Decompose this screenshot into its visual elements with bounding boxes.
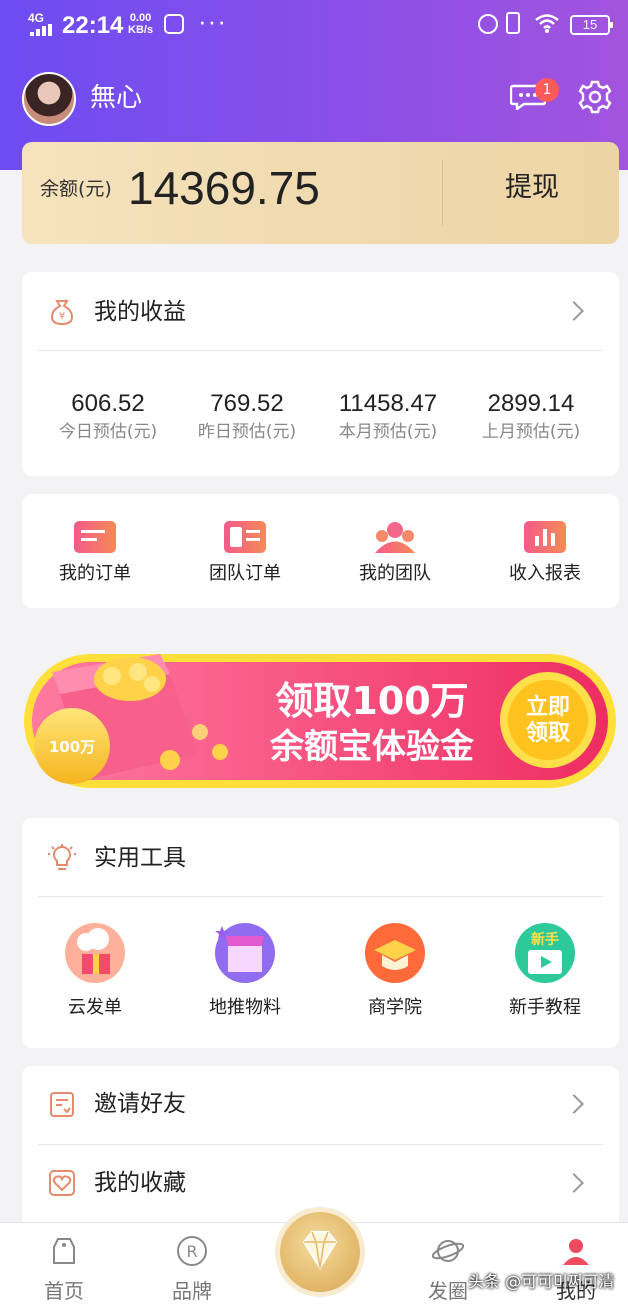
watermark: 头条 @可可미쩌可清	[468, 1272, 615, 1291]
earning-value: 11458.47	[338, 390, 438, 417]
coin-text: 100万	[49, 738, 95, 756]
tools-title: 实用工具	[94, 845, 186, 871]
team-icon	[375, 522, 415, 553]
cloud-order-item[interactable]: 云发单	[30, 922, 160, 1020]
earning-value: 769.52	[210, 390, 284, 417]
brand-icon: R	[177, 1236, 207, 1266]
my-orders-item[interactable]: 我的订单	[30, 520, 160, 586]
team-order-icon	[224, 521, 266, 553]
team-orders-item[interactable]: 团队订单	[180, 520, 310, 586]
order-icon	[74, 521, 116, 553]
balance-divider	[442, 160, 443, 226]
promo-banner[interactable]: 100万 领取100万 余额宝体验金 立即 领取	[20, 634, 620, 800]
tools-card: 实用工具 云发单 地推物料 商学院 新手 新手教程	[22, 818, 619, 1048]
balance-label: 余额(元)	[40, 178, 112, 200]
grid-label: 商学院	[368, 997, 422, 1018]
speed-unit: KB/s	[128, 24, 154, 36]
chevron-right-icon[interactable]	[564, 301, 584, 321]
svg-text:¥: ¥	[59, 311, 65, 322]
earning-label: 昨日预估(元)	[197, 422, 297, 442]
earning-this-month: 11458.47 本月预估(元)	[318, 390, 458, 444]
gear-icon[interactable]	[578, 80, 612, 114]
banner-subtitle: 余额宝体验金	[269, 727, 475, 767]
more-notifications-icon: ···	[198, 6, 227, 36]
signal-icon	[30, 24, 52, 36]
store-icon	[215, 923, 275, 983]
report-icon	[524, 521, 566, 553]
tutorial-item[interactable]: 新手 新手教程	[480, 922, 610, 1020]
invite-icon	[50, 1092, 74, 1117]
grid-label: 地推物料	[209, 997, 281, 1018]
network-speed: 0.00 KB/s	[128, 12, 153, 36]
earning-yesterday: 769.52 昨日预估(元)	[177, 390, 317, 444]
my-team-item[interactable]: 我的团队	[330, 520, 460, 586]
earning-last-month: 2899.14 上月预估(元)	[461, 390, 601, 444]
cloud-gift-icon	[65, 923, 125, 983]
divider	[38, 896, 603, 897]
earning-label: 今日预估(元)	[58, 422, 158, 442]
tab-moments[interactable]: 发圈	[388, 1223, 508, 1308]
grid-label: 我的团队	[359, 563, 431, 584]
grid-label: 我的订单	[59, 563, 131, 584]
graduation-cap-icon	[365, 923, 425, 983]
lightbulb-icon	[48, 844, 76, 870]
speed-value: 0.00	[129, 12, 152, 24]
divider	[38, 350, 603, 351]
chevron-right-icon	[564, 1173, 584, 1193]
earning-today: 606.52 今日预估(元)	[38, 390, 178, 444]
tab-label: 首页	[44, 1279, 84, 1303]
earning-value: 606.52	[71, 390, 145, 417]
tab-home[interactable]: 首页	[4, 1223, 124, 1308]
wifi-icon	[535, 14, 559, 33]
alarm-icon	[478, 14, 498, 34]
status-bar: 4G 22:14 0.00 KB/s ··· 15	[0, 0, 628, 52]
promo-material-item[interactable]: 地推物料	[180, 922, 310, 1020]
withdraw-button[interactable]: 提现	[492, 168, 572, 208]
tab-mine[interactable]: 我的	[516, 1223, 628, 1308]
home-icon	[53, 1238, 75, 1264]
invite-friends-row[interactable]: 邀请好友	[22, 1066, 619, 1144]
grid-label: 收入报表	[509, 563, 581, 584]
money-bag-icon: ¥	[50, 300, 74, 326]
claim-label-1: 立即	[526, 694, 570, 720]
business-school-item[interactable]: 商学院	[330, 922, 460, 1020]
svg-text:R: R	[186, 1242, 197, 1261]
tab-label: 品牌	[172, 1279, 212, 1303]
network-type: 4G	[28, 11, 45, 25]
avatar[interactable]	[22, 72, 76, 126]
banner-title: 领取100万	[275, 679, 468, 723]
message-badge: 1	[535, 78, 559, 102]
tutorial-icon-text: 新手	[531, 931, 559, 948]
profile-icon	[563, 1239, 589, 1265]
chevron-right-icon	[564, 1094, 584, 1114]
earning-value: 2899.14	[487, 390, 575, 417]
balance-card: 余额(元) 14369.75 提现	[22, 142, 619, 244]
tab-brand[interactable]: R 品牌	[132, 1223, 252, 1308]
orders-card: 我的订单 团队订单 我的团队 收入报表	[22, 494, 619, 608]
earnings-card: ¥ 我的收益 606.52 今日预估(元) 769.52 昨日预估(元) 114…	[22, 272, 619, 476]
clock: 22:14	[62, 12, 124, 39]
diamond-icon	[302, 1231, 338, 1270]
tutorial-icon: 新手	[515, 923, 575, 983]
planet-icon	[432, 1240, 464, 1262]
center-diamond-button[interactable]	[280, 1212, 360, 1292]
grid-label: 云发单	[68, 997, 122, 1018]
grid-label: 新手教程	[509, 997, 581, 1018]
username[interactable]: 無心	[90, 82, 142, 114]
earning-label: 上月预估(元)	[481, 422, 581, 442]
vibrate-icon	[506, 12, 520, 34]
earning-label: 本月预估(元)	[338, 422, 438, 442]
heart-icon	[49, 1170, 75, 1196]
claim-label-2: 领取	[526, 720, 570, 746]
income-report-item[interactable]: 收入报表	[480, 520, 610, 586]
grid-label: 团队订单	[209, 563, 281, 584]
app-notification-icon	[164, 14, 184, 34]
earnings-title: 我的收益	[94, 299, 186, 325]
battery-icon: 15	[570, 15, 613, 35]
balance-amount: 14369.75	[128, 162, 320, 214]
favorites-label: 我的收藏	[94, 1170, 186, 1196]
invite-label: 邀请好友	[94, 1091, 186, 1117]
